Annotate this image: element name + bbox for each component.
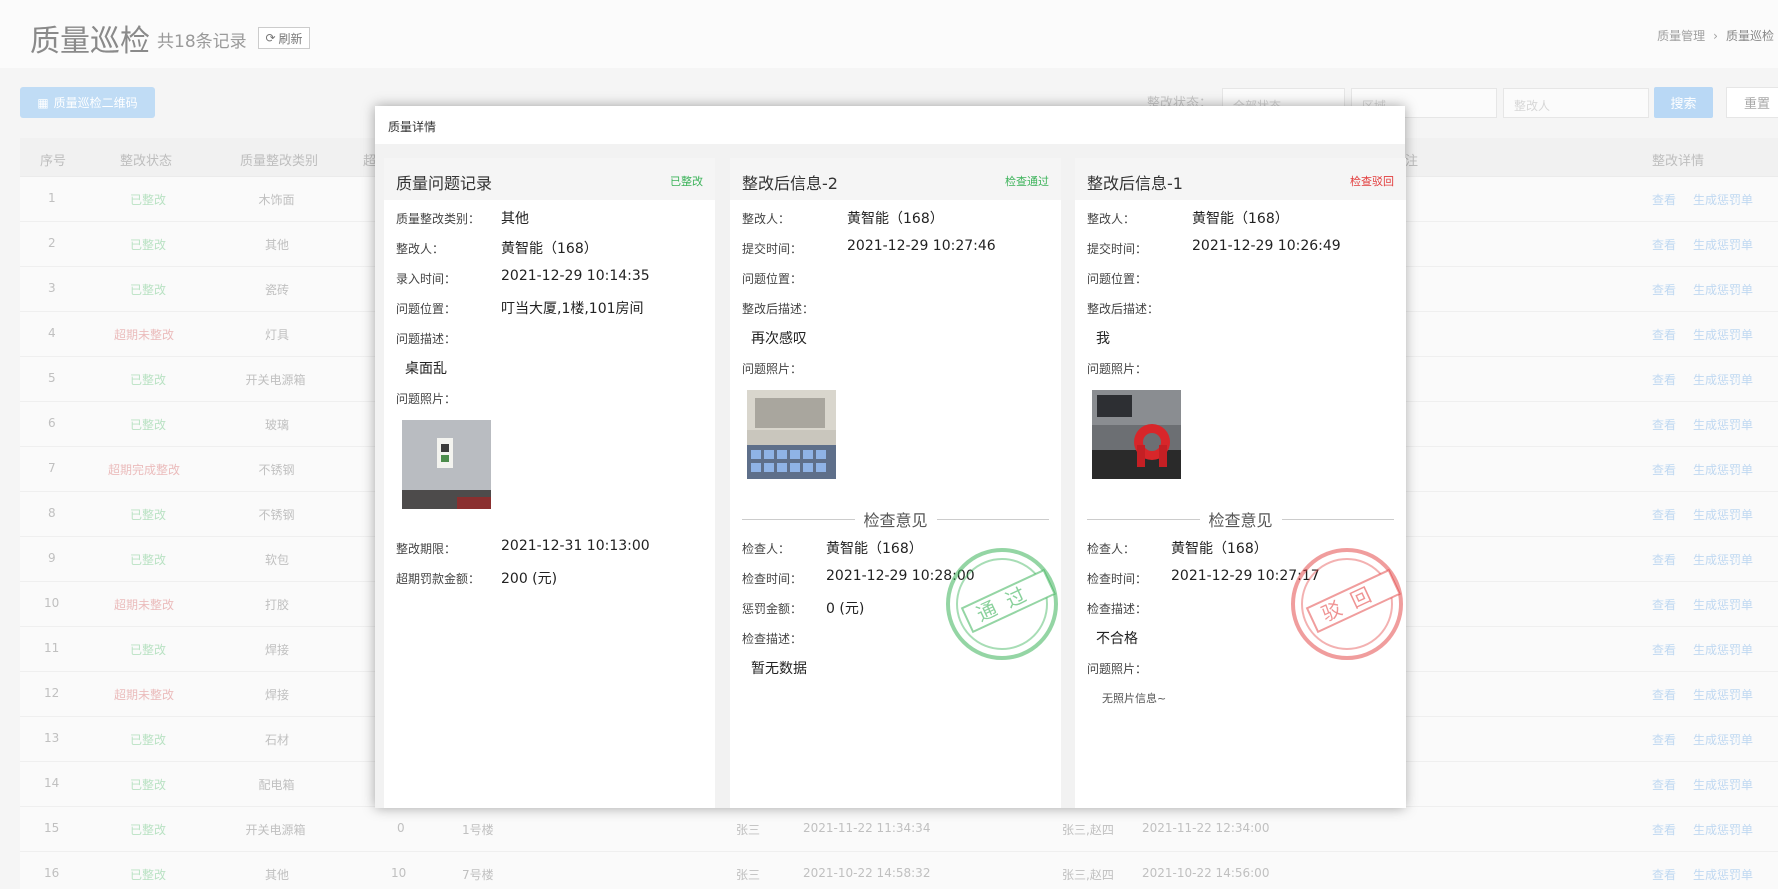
no-photo-text: 无照片信息~	[1102, 692, 1167, 705]
after-photo[interactable]	[1092, 390, 1181, 479]
label-person: 整改人：	[396, 242, 445, 256]
record-count: 共18条记录	[157, 32, 247, 52]
after-info-2-header: 整改后信息-2 检查通过	[730, 158, 1061, 200]
value-inspector: 黄智能（168）	[1171, 541, 1268, 557]
breadcrumb-item-current: 质量巡检	[1725, 29, 1774, 43]
label-review-penalty: 惩罚金额：	[742, 602, 803, 616]
after-info-2-title: 整改后信息-2	[742, 174, 838, 193]
after-info-1-status-badge: 检查驳回	[1350, 175, 1394, 188]
quality-detail-modal: 质量详情 质量问题记录 已整改 质量整改类别： 其他 整改人： 黄智能（168）…	[375, 106, 1406, 808]
label-category: 质量整改类别：	[396, 212, 481, 226]
value-inspector: 黄智能（168）	[826, 541, 923, 557]
value-review-penalty: 0 (元)	[826, 601, 865, 617]
modal-title: 质量详情	[388, 120, 437, 134]
breadcrumb: 质量管理 › 质量巡检	[1657, 27, 1774, 44]
value-penalty: 200 (元)	[501, 571, 558, 587]
label-review-time: 检查时间：	[742, 572, 803, 586]
label-location: 问题位置：	[742, 272, 803, 286]
review-divider: 检查意见	[742, 510, 1050, 530]
record-status-badge: 已整改	[670, 175, 703, 188]
refresh-label: 刷新	[278, 31, 303, 46]
breadcrumb-item-quality-mgmt[interactable]: 质量管理	[1657, 27, 1705, 44]
after-info-2-status-badge: 检查通过	[1005, 175, 1049, 188]
label-submit-time: 提交时间：	[1087, 242, 1148, 256]
value-review-desc: 不合格	[1096, 631, 1138, 647]
record-card: 质量问题记录 已整改 质量整改类别： 其他 整改人： 黄智能（168） 录入时间…	[384, 158, 715, 808]
chevron-right-icon: ›	[1713, 28, 1718, 43]
label-entry-time: 录入时间：	[396, 272, 457, 286]
value-after-desc: 再次感叹	[751, 331, 807, 347]
review-heading: 检查意见	[1208, 511, 1273, 530]
label-location: 问题位置：	[1087, 272, 1148, 286]
page-title: 质量巡检	[30, 24, 150, 59]
after-info-1-title: 整改后信息-1	[1087, 174, 1183, 193]
rejected-stamp: 驳回	[1287, 544, 1403, 660]
label-review-desc: 检查描述：	[742, 632, 803, 646]
value-review-desc: 暂无数据	[751, 661, 807, 677]
label-inspector: 检查人：	[1087, 542, 1136, 556]
label-person: 整改人：	[1087, 212, 1136, 226]
label-after-desc: 整改后描述：	[742, 302, 815, 316]
refresh-button[interactable]: ⟳ 刷新	[258, 27, 310, 49]
value-location: 叮当大厦,1楼,101房间	[501, 301, 644, 317]
value-deadline: 2021-12-31 10:13:00	[501, 538, 650, 554]
label-submit-time: 提交时间：	[742, 242, 803, 256]
after-info-1-card: 整改后信息-1 检查驳回 整改人： 黄智能（168） 提交时间： 2021-12…	[1075, 158, 1406, 808]
label-photos: 问题照片：	[396, 392, 457, 406]
label-photos: 问题照片：	[1087, 362, 1148, 376]
value-submit-time: 2021-12-29 10:26:49	[1192, 238, 1341, 254]
after-info-2-card: 整改后信息-2 检查通过 整改人： 黄智能（168） 提交时间： 2021-12…	[730, 158, 1061, 808]
value-submit-time: 2021-12-29 10:27:46	[847, 238, 996, 254]
page-header: 质量巡检 共18条记录 ⟳ 刷新 质量管理 › 质量巡检	[0, 0, 1778, 68]
label-after-desc: 整改后描述：	[1087, 302, 1160, 316]
review-divider: 检查意见	[1087, 510, 1395, 530]
value-category: 其他	[501, 211, 529, 227]
label-penalty: 超期罚款金额：	[396, 572, 481, 586]
problem-photo[interactable]	[402, 420, 491, 509]
label-inspector: 检查人：	[742, 542, 791, 556]
value-person: 黄智能（168）	[1192, 211, 1289, 227]
value-entry-time: 2021-12-29 10:14:35	[501, 268, 650, 284]
refresh-icon: ⟳	[265, 31, 276, 45]
after-info-1-header: 整改后信息-1 检查驳回	[1075, 158, 1406, 200]
label-desc: 问题描述：	[396, 332, 457, 346]
record-card-header: 质量问题记录 已整改	[384, 158, 715, 200]
label-location: 问题位置：	[396, 302, 457, 316]
label-photos: 问题照片：	[742, 362, 803, 376]
label-review-time: 检查时间：	[1087, 572, 1148, 586]
label-person: 整改人：	[742, 212, 791, 226]
value-after-desc: 我	[1096, 331, 1110, 347]
value-person: 黄智能（168）	[847, 211, 944, 227]
record-card-title: 质量问题记录	[396, 174, 493, 193]
value-desc: 桌面乱	[405, 361, 447, 377]
value-person: 黄智能（168）	[501, 241, 598, 257]
approved-stamp: 通过	[942, 544, 1058, 660]
label-deadline: 整改期限：	[396, 542, 457, 556]
after-photo[interactable]	[747, 390, 836, 479]
label-review-photos: 问题照片：	[1087, 662, 1148, 676]
label-review-desc: 检查描述：	[1087, 602, 1148, 616]
review-heading: 检查意见	[863, 511, 928, 530]
